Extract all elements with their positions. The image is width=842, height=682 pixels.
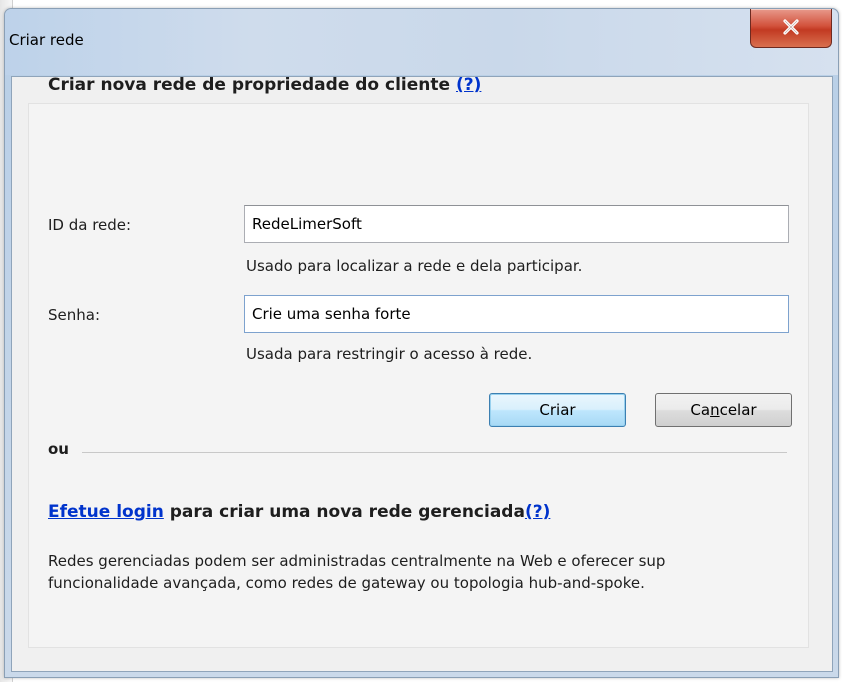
close-button[interactable]: [750, 9, 832, 48]
close-icon: [783, 19, 799, 35]
cancel-label-mnemonic: n: [710, 401, 720, 419]
cancel-button[interactable]: Cancelar: [655, 393, 792, 427]
window-title: Criar rede: [9, 31, 84, 49]
managed-help-link[interactable]: (?): [525, 502, 550, 522]
create-button[interactable]: Criar: [489, 393, 626, 427]
or-separator-label: ou: [48, 440, 69, 458]
heading-help-link[interactable]: (?): [456, 75, 481, 95]
password-hint: Usada para restringir o acesso à rede.: [246, 345, 533, 363]
cancel-label-prefix: Ca: [690, 401, 711, 419]
network-id-label: ID da rede:: [48, 216, 132, 234]
managed-description: Redes gerenciadas podem ser administrada…: [48, 550, 788, 594]
login-text: para criar uma nova rede gerenciada: [163, 502, 525, 522]
or-divider: [82, 452, 787, 453]
description-line-2: funcionalidade avançada, como redes de g…: [48, 574, 645, 592]
login-link[interactable]: Efetue login: [48, 502, 164, 522]
cancel-label-suffix: celar: [719, 401, 757, 419]
network-id-input[interactable]: RedeLimerSoft: [244, 205, 789, 243]
network-id-hint: Usado para localizar a rede e dela parti…: [246, 257, 583, 275]
heading-text: Criar nova rede de propriedade do client…: [48, 75, 451, 95]
page-title: Criar nova rede de propriedade do client…: [48, 75, 481, 95]
password-label: Senha:: [48, 306, 101, 324]
password-input[interactable]: Crie uma senha forte: [244, 295, 789, 333]
description-line-1: Redes gerenciadas podem ser administrada…: [48, 552, 666, 570]
title-bar[interactable]: Criar rede: [5, 9, 838, 75]
managed-network-heading: Efetue login para criar uma nova rede ge…: [48, 502, 550, 522]
